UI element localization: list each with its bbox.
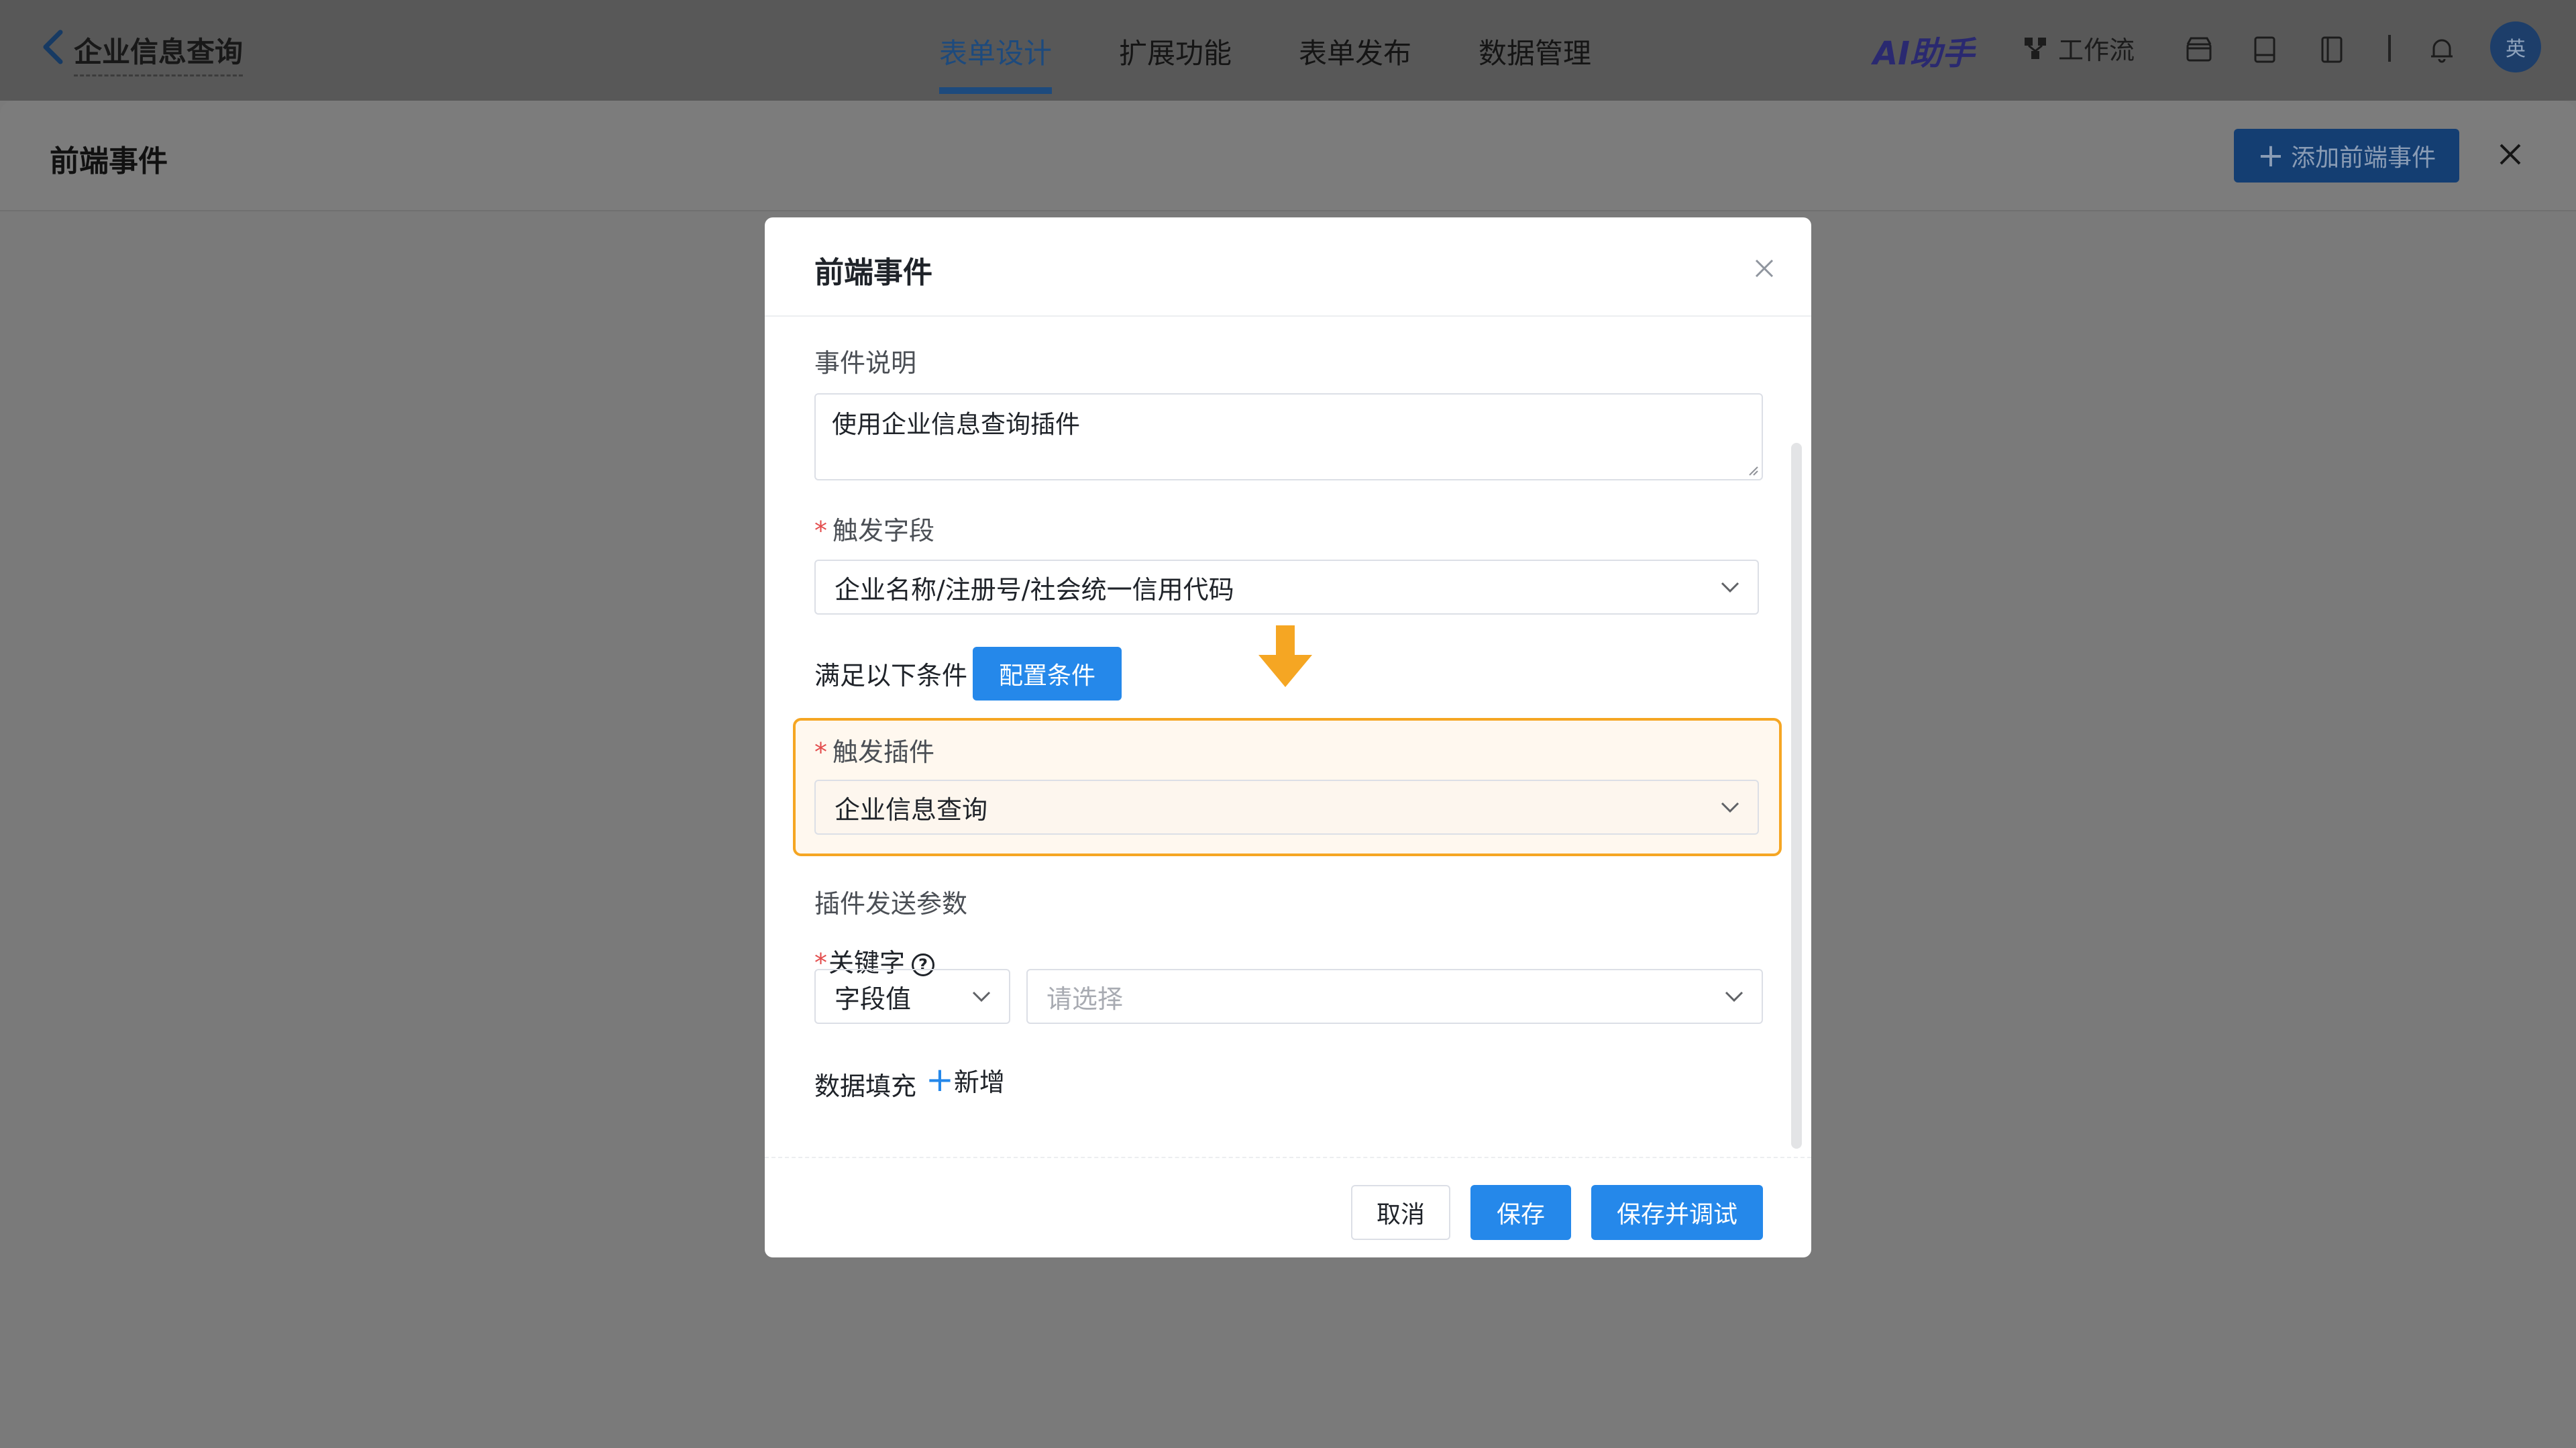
close-icon[interactable] <box>1754 258 1775 279</box>
trigger-plugin-label: * 触发插件 <box>814 731 934 768</box>
frontend-event-dialog: 前端事件 事件说明 使用企业信息查询插件 * 触发字段 企业名称/注册号/社会统一… <box>765 217 1811 1257</box>
store-icon[interactable] <box>2184 35 2214 64</box>
data-fill-label: 数据填充 <box>814 1072 917 1101</box>
chevron-down-icon <box>1721 582 1739 593</box>
tab-extensions[interactable]: 扩展功能 <box>1119 0 1232 101</box>
drawer-close-icon[interactable] <box>2496 140 2525 169</box>
arrow-down-icon <box>1258 625 1312 687</box>
trigger-field-label-text: 触发字段 <box>833 516 935 546</box>
keyword-type-select[interactable]: 字段值 <box>814 969 1010 1024</box>
plus-icon: + <box>2257 137 2285 174</box>
cancel-button[interactable]: 取消 <box>1351 1185 1450 1240</box>
bell-icon[interactable] <box>2427 35 2457 64</box>
chevron-down-icon <box>972 991 991 1002</box>
add-new-link[interactable]: +新增 <box>926 1062 1005 1098</box>
tab-data-management[interactable]: 数据管理 <box>1479 0 1591 101</box>
workflow-icon <box>2025 37 2046 59</box>
condition-label: 满足以下条件 <box>814 661 968 690</box>
plugin-params-label: 插件发送参数 <box>814 889 968 919</box>
trigger-plugin-value: 企业信息查询 <box>835 794 988 825</box>
drawer-title: 前端事件 <box>50 144 168 178</box>
app-title[interactable]: 企业信息查询 <box>74 30 244 76</box>
dialog-title: 前端事件 <box>814 256 932 290</box>
chevron-down-icon <box>1721 802 1739 813</box>
resize-handle-icon[interactable] <box>1747 464 1759 476</box>
drawer-header: 前端事件 + 添加前端事件 <box>0 101 2576 211</box>
trigger-plugin-select[interactable]: 企业信息查询 <box>814 780 1759 835</box>
main-tabs: 表单设计 扩展功能 表单发布 数据管理 <box>939 0 1658 101</box>
toolbar-divider <box>2388 35 2391 62</box>
keyword-value-placeholder: 请选择 <box>1046 984 1124 1014</box>
trigger-field-value: 企业名称/注册号/社会统一信用代码 <box>835 574 1234 605</box>
ai-assistant-button[interactable]: AI助手 <box>1873 27 1974 74</box>
add-frontend-event-button[interactable]: + 添加前端事件 <box>2234 129 2459 183</box>
chevron-down-icon <box>1725 991 1743 1002</box>
required-asterisk: * <box>814 737 827 767</box>
document-icon[interactable] <box>2317 35 2347 64</box>
event-desc-label: 事件说明 <box>814 348 917 378</box>
save-and-debug-button[interactable]: 保存并调试 <box>1591 1185 1763 1240</box>
plus-icon: + <box>926 1060 954 1099</box>
workflow-button[interactable]: 工作流 <box>2022 30 2135 66</box>
tab-form-design[interactable]: 表单设计 <box>939 0 1053 101</box>
trigger-field-label: * 触发字段 <box>814 510 934 547</box>
save-button[interactable]: 保存 <box>1470 1185 1571 1240</box>
workflow-label: 工作流 <box>2058 36 2135 65</box>
dialog-header: 前端事件 <box>765 217 1811 317</box>
add-new-label: 新增 <box>953 1068 1005 1097</box>
event-desc-value: 使用企业信息查询插件 <box>832 410 1080 439</box>
keyword-type-value: 字段值 <box>835 984 912 1014</box>
book-icon[interactable] <box>2250 35 2279 64</box>
avatar[interactable]: 英 <box>2490 21 2541 72</box>
dialog-footer-divider <box>765 1157 1811 1158</box>
tab-form-publish[interactable]: 表单发布 <box>1299 0 1411 101</box>
configure-condition-button[interactable]: 配置条件 <box>973 647 1122 701</box>
top-nav-bar: 企业信息查询 表单设计 扩展功能 表单发布 数据管理 AI助手 工作流 英 <box>0 0 2576 101</box>
dialog-scrollbar[interactable] <box>1791 443 1802 1149</box>
trigger-field-select[interactable]: 企业名称/注册号/社会统一信用代码 <box>814 560 1759 615</box>
event-desc-textarea[interactable]: 使用企业信息查询插件 <box>814 393 1763 480</box>
required-asterisk: * <box>814 516 827 546</box>
add-frontend-event-label: 添加前端事件 <box>2291 144 2436 172</box>
trigger-plugin-label-text: 触发插件 <box>833 737 935 767</box>
back-arrow-icon[interactable] <box>40 28 67 66</box>
keyword-value-select[interactable]: 请选择 <box>1026 969 1763 1024</box>
